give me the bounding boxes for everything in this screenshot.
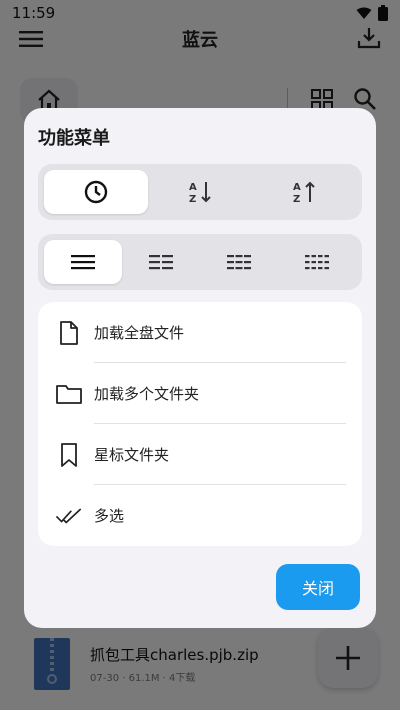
view-single-column-button[interactable] [44,240,122,284]
menu-item-starred-folders[interactable]: 星标文件夹 [38,424,362,485]
dialog-title: 功能菜单 [38,128,110,149]
sort-name-desc-button[interactable]: AZ [252,170,356,214]
folder-icon [56,381,82,407]
menu-item-multi-select[interactable]: 多选 [38,485,362,546]
sort-az-asc-icon: AZ [293,181,315,205]
function-menu-dialog: 功能菜单 AZ AZ 加载全盘文件 加载多个文件夹 星标文件夹 多选 关闭 [24,108,376,628]
bookmark-icon [56,442,82,468]
view-four-column-button[interactable] [278,240,356,284]
file-icon [56,320,82,346]
view-density-segmented-control [38,234,362,290]
sort-name-asc-button[interactable]: AZ [148,170,252,214]
double-check-icon [56,503,82,529]
list-4-icon [305,255,329,270]
svg-text:A: A [189,182,197,193]
sort-az-desc-icon: AZ [189,182,211,205]
svg-text:A: A [293,182,301,193]
svg-text:Z: Z [189,194,196,205]
menu-item-label: 加载全盘文件 [94,324,185,342]
menu-item-load-all-files[interactable]: 加载全盘文件 [38,302,362,363]
menu-item-label: 多选 [94,507,125,525]
list-3-icon [227,255,251,270]
menu-item-label: 星标文件夹 [94,446,170,464]
view-two-column-button[interactable] [122,240,200,284]
view-three-column-button[interactable] [200,240,278,284]
sort-by-time-button[interactable] [44,170,148,214]
close-button[interactable]: 关闭 [276,564,360,610]
list-1-icon [71,255,95,270]
list-2-icon [149,255,173,270]
menu-card: 加载全盘文件 加载多个文件夹 星标文件夹 多选 [38,302,362,546]
menu-item-label: 加载多个文件夹 [94,385,200,403]
sort-segmented-control: AZ AZ [38,164,362,220]
menu-item-load-folders[interactable]: 加载多个文件夹 [38,363,362,424]
svg-text:Z: Z [293,194,300,205]
clock-icon [84,180,108,204]
